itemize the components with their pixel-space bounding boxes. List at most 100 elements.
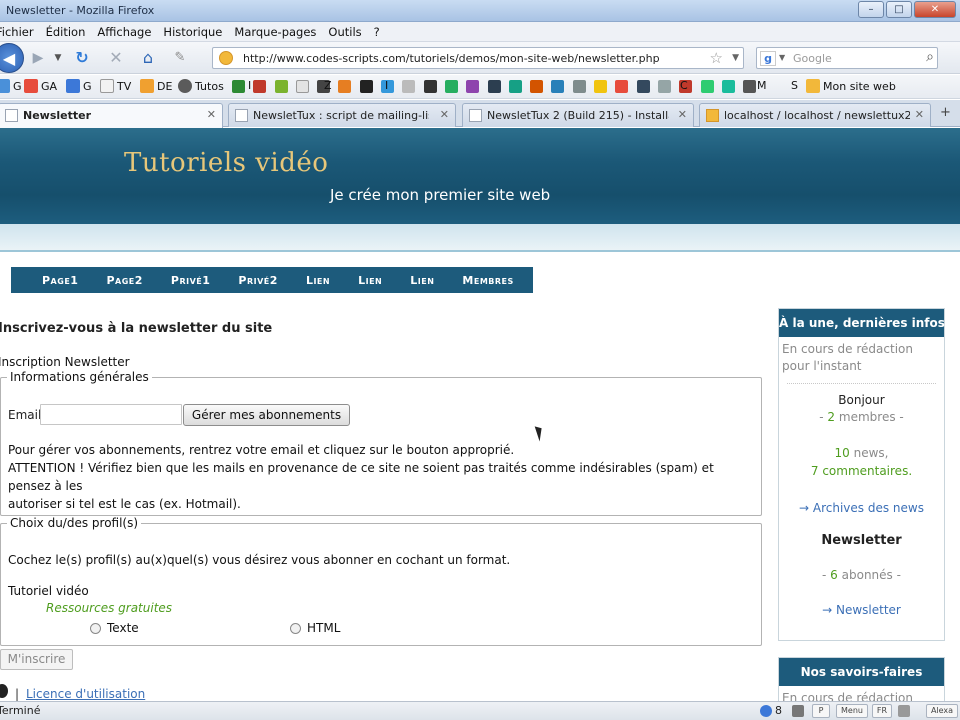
addon-icon[interactable] xyxy=(898,705,910,717)
bookmark-icon[interactable] xyxy=(700,80,714,93)
bookmark-star-icon[interactable]: ☆ xyxy=(710,49,723,67)
bookmark-icon[interactable] xyxy=(743,80,757,93)
menu-help[interactable]: ? xyxy=(374,25,380,39)
bookmark-icon[interactable] xyxy=(423,80,437,93)
bookmark-item[interactable]: GA xyxy=(24,79,57,93)
bookmark-icon[interactable] xyxy=(466,80,480,93)
bookmark-icon[interactable] xyxy=(359,80,373,93)
manage-subscriptions-button[interactable]: Gérer mes abonnements xyxy=(183,404,350,426)
bookmark-mon-site-web[interactable]: Mon site web xyxy=(806,79,896,93)
status-menu[interactable]: Menu xyxy=(836,704,868,718)
bookmark-icon[interactable] xyxy=(721,80,735,93)
radio-icon[interactable] xyxy=(290,622,301,634)
menu-marque-pages[interactable]: Marque-pages xyxy=(234,25,316,39)
bookmark-icon[interactable] xyxy=(253,80,267,93)
status-lang[interactable]: FR xyxy=(872,704,892,718)
nav-membres[interactable]: Membres xyxy=(462,274,513,287)
maximize-button[interactable]: □ xyxy=(886,1,912,18)
bookmark-icon[interactable] xyxy=(295,80,309,93)
tab-newslettux[interactable]: NewsletTux : script de mailing-list ... … xyxy=(228,103,456,127)
search-bar[interactable]: g ▼ Google ⌕ xyxy=(756,47,938,69)
email-field[interactable] xyxy=(40,404,182,425)
url-dropdown-icon[interactable]: ▼ xyxy=(732,53,739,63)
new-tab-icon[interactable]: + xyxy=(940,105,951,120)
nav-prive2[interactable]: Privé2 xyxy=(238,274,278,287)
info-paragraph: Pour gérer vos abonnements, rentrez votr… xyxy=(8,441,756,513)
bookmark-item[interactable]: I xyxy=(248,79,251,92)
back-arrow-icon[interactable]: ◀ xyxy=(0,43,24,73)
stop-icon[interactable]: ✕ xyxy=(104,46,128,70)
bookmark-item[interactable]: I xyxy=(385,79,388,92)
subscribe-button[interactable]: M'inscrire xyxy=(0,649,73,670)
bookmark-icon[interactable] xyxy=(572,80,586,93)
tab-close-icon[interactable]: ✕ xyxy=(207,108,216,121)
menu-affichage[interactable]: Affichage xyxy=(97,25,151,39)
bookmark-icon[interactable] xyxy=(615,80,629,93)
bookmark-icon[interactable] xyxy=(657,80,671,93)
nav-lien-2[interactable]: Lien xyxy=(358,274,382,287)
bookmark-item[interactable]: Tutos xyxy=(178,79,224,93)
bookmark-label: C xyxy=(680,79,688,92)
archives-link[interactable]: → Archives des news xyxy=(779,501,944,515)
minimize-button[interactable]: – xyxy=(858,1,884,18)
newsletter-link[interactable]: → Newsletter xyxy=(779,603,944,617)
bookmark-icon[interactable] xyxy=(636,80,650,93)
google-icon[interactable]: g xyxy=(760,51,776,66)
menu-fichier[interactable]: Fichier xyxy=(0,25,34,39)
status-box[interactable]: P xyxy=(812,704,830,718)
home-icon[interactable]: ⌂ xyxy=(136,46,160,70)
reload-icon[interactable]: ↻ xyxy=(70,46,94,70)
skype-icon[interactable] xyxy=(760,705,772,717)
bookmark-icon[interactable] xyxy=(508,80,522,93)
bookmark-icon[interactable] xyxy=(338,80,352,93)
tab-newsletter[interactable]: Newsletter ✕ xyxy=(0,103,223,128)
format-texte-radio[interactable]: Texte xyxy=(90,621,139,635)
close-button[interactable]: ✕ xyxy=(914,1,956,18)
menu-edition[interactable]: Édition xyxy=(46,25,86,39)
url-text[interactable]: http://www.codes-scripts.com/tutoriels/d… xyxy=(243,52,660,65)
tab-localhost[interactable]: localhost / localhost / newslettux2.... … xyxy=(699,103,931,127)
bookmark-item[interactable]: M xyxy=(757,79,767,92)
tab-close-icon[interactable]: ✕ xyxy=(915,108,924,121)
bookmark-icon[interactable] xyxy=(402,80,416,93)
archives-label: Archives des news xyxy=(812,501,924,515)
format-html-radio[interactable]: HTML xyxy=(290,621,340,635)
tool-icon[interactable] xyxy=(792,705,804,717)
bookmark-icon xyxy=(24,79,38,93)
license-link[interactable]: Licence d'utilisation xyxy=(26,687,145,701)
nav-prive1[interactable]: Privé1 xyxy=(171,274,211,287)
bookmark-icon[interactable] xyxy=(444,80,458,93)
bookmark-item[interactable]: DE xyxy=(140,79,172,93)
search-placeholder[interactable]: Google xyxy=(793,52,832,65)
history-dropdown-icon[interactable]: ▼ xyxy=(46,46,70,70)
nav-page2[interactable]: Page2 xyxy=(106,274,142,287)
menu-historique[interactable]: Historique xyxy=(163,25,222,39)
tab-newslettux-2[interactable]: NewsletTux 2 (Build 215) - Installat... … xyxy=(462,103,694,127)
bookmark-icon[interactable] xyxy=(274,80,288,93)
bookmark-item[interactable]: Z xyxy=(324,79,332,92)
search-engine-dropdown-icon[interactable]: ▼ xyxy=(779,53,785,62)
news-number: 10 xyxy=(834,446,850,460)
alexa-toolbar[interactable]: Alexa xyxy=(926,704,958,718)
search-icon[interactable]: ⌕ xyxy=(926,49,934,65)
nav-lien-1[interactable]: Lien xyxy=(306,274,330,287)
menu-outils[interactable]: Outils xyxy=(328,25,361,39)
tab-close-icon[interactable]: ✕ xyxy=(678,108,687,121)
bookmark-item[interactable]: S xyxy=(791,79,798,92)
bookmark-item[interactable]: C xyxy=(680,79,688,92)
bookmark-icon[interactable] xyxy=(594,80,608,93)
bookmark-icon[interactable] xyxy=(551,80,565,93)
bookmark-icon[interactable] xyxy=(487,80,501,93)
nav-page1[interactable]: Page1 xyxy=(42,274,78,287)
bookmark-icon[interactable] xyxy=(232,80,245,93)
bookmark-item[interactable]: TV xyxy=(100,79,131,93)
bookmark-icon[interactable] xyxy=(530,80,544,93)
url-bar[interactable]: http://www.codes-scripts.com/tutoriels/d… xyxy=(212,47,744,69)
nav-lien-3[interactable]: Lien xyxy=(410,274,434,287)
bookmark-item[interactable]: G xyxy=(66,79,92,93)
extension-icon[interactable]: ✎ xyxy=(168,46,192,70)
newsletter-link-label: Newsletter xyxy=(836,603,901,617)
radio-icon[interactable] xyxy=(90,622,101,634)
tab-close-icon[interactable]: ✕ xyxy=(440,108,449,121)
bookmark-item[interactable]: G xyxy=(0,79,22,93)
